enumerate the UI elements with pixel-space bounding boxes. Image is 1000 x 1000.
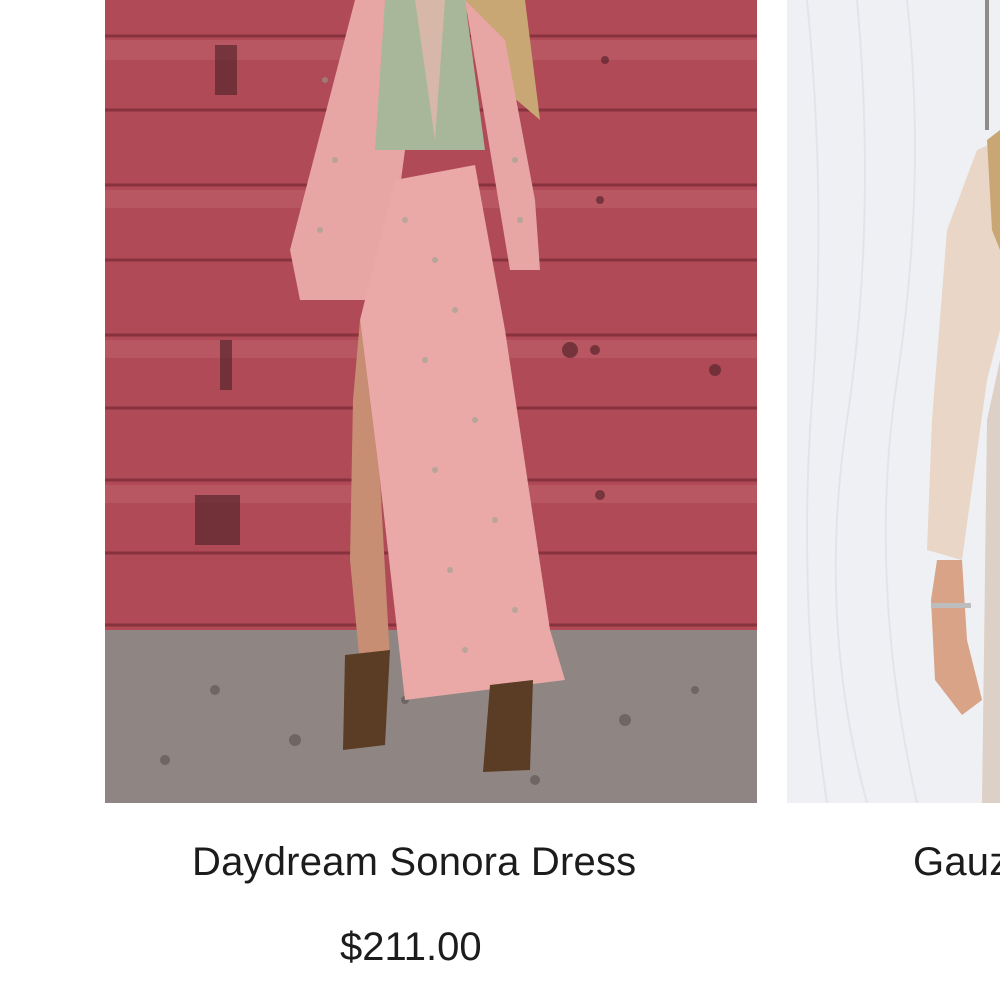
product-title[interactable]: Gauz [913,840,1000,885]
product-image[interactable] [787,0,1000,803]
product-card[interactable]: Gauz [787,0,1000,884]
dress-photo-illustration [105,0,757,803]
product-title[interactable]: Daydream Sonora Dress [192,840,636,885]
product-price: $211.00 [340,925,482,969]
product-carousel: Daydream Sonora Dress $211.00 Gauz [0,0,1000,1000]
product-card[interactable]: Daydream Sonora Dress $211.00 [105,0,757,969]
product-image[interactable] [105,0,757,803]
gauze-photo-illustration [787,0,1000,803]
